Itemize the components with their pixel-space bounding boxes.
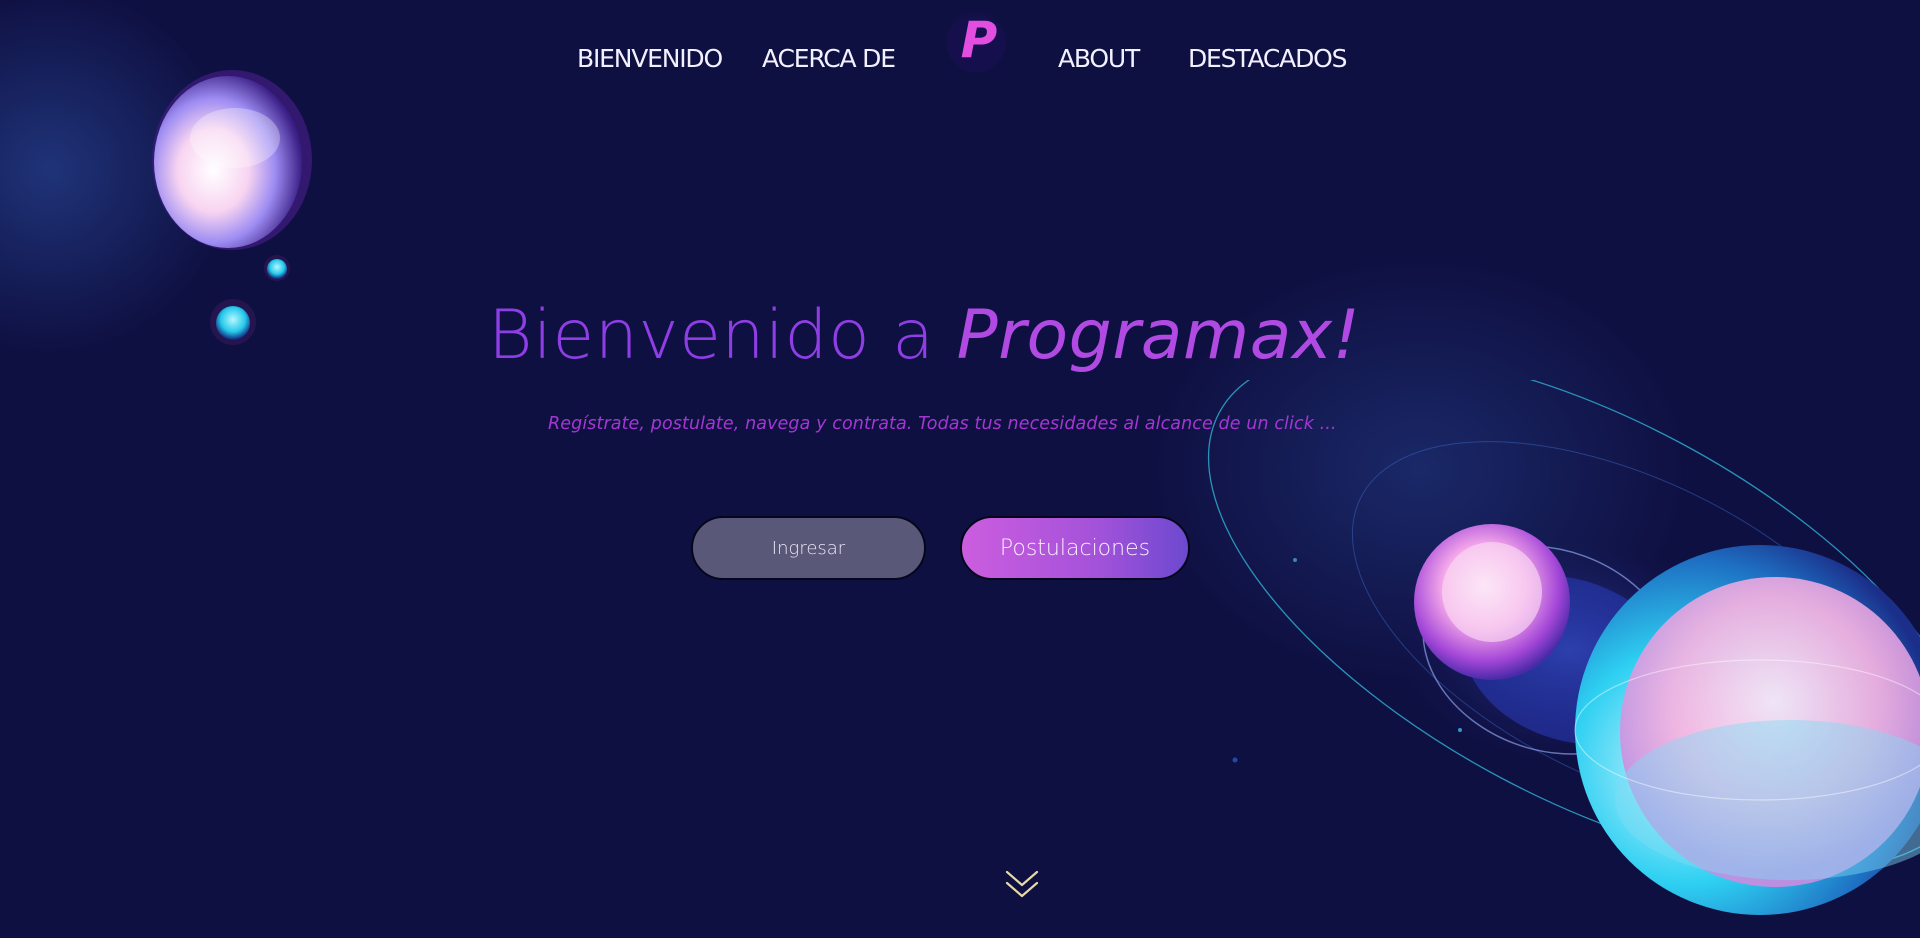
applications-button[interactable]: Postulaciones [960, 516, 1190, 580]
login-button[interactable]: Ingresar [691, 516, 926, 580]
hero-title-prefix: Bienvenido a [488, 296, 957, 375]
nav-link-destacados[interactable]: DESTACADOS [1188, 44, 1347, 73]
nav-link-about[interactable]: ABOUT [1058, 44, 1140, 73]
logo-letter: P [960, 11, 998, 69]
double-chevron-down-icon[interactable] [1004, 868, 1040, 902]
small-spheres-decoration [152, 70, 312, 345]
brand-logo[interactable]: P [946, 11, 1006, 72]
sphere-cluster-decoration [1400, 524, 1920, 915]
nav-link-bienvenido[interactable]: BIENVENIDO [577, 44, 723, 73]
hero-subtitle: Regístrate, postulate, navega y contrata… [548, 414, 1337, 434]
orbit-ring-decoration [1207, 380, 1920, 860]
nav-link-acerca-de[interactable]: ACERCA DE [762, 44, 896, 73]
main-navigation: BIENVENIDO ACERCA DE P ABOUT DESTACADOS [0, 0, 1920, 100]
hero-title: Bienvenido a Programax! [488, 296, 1360, 375]
landing-page: BIENVENIDO ACERCA DE P ABOUT DESTACADOS … [0, 0, 1920, 938]
hero-title-brand: Programax! [956, 296, 1361, 375]
